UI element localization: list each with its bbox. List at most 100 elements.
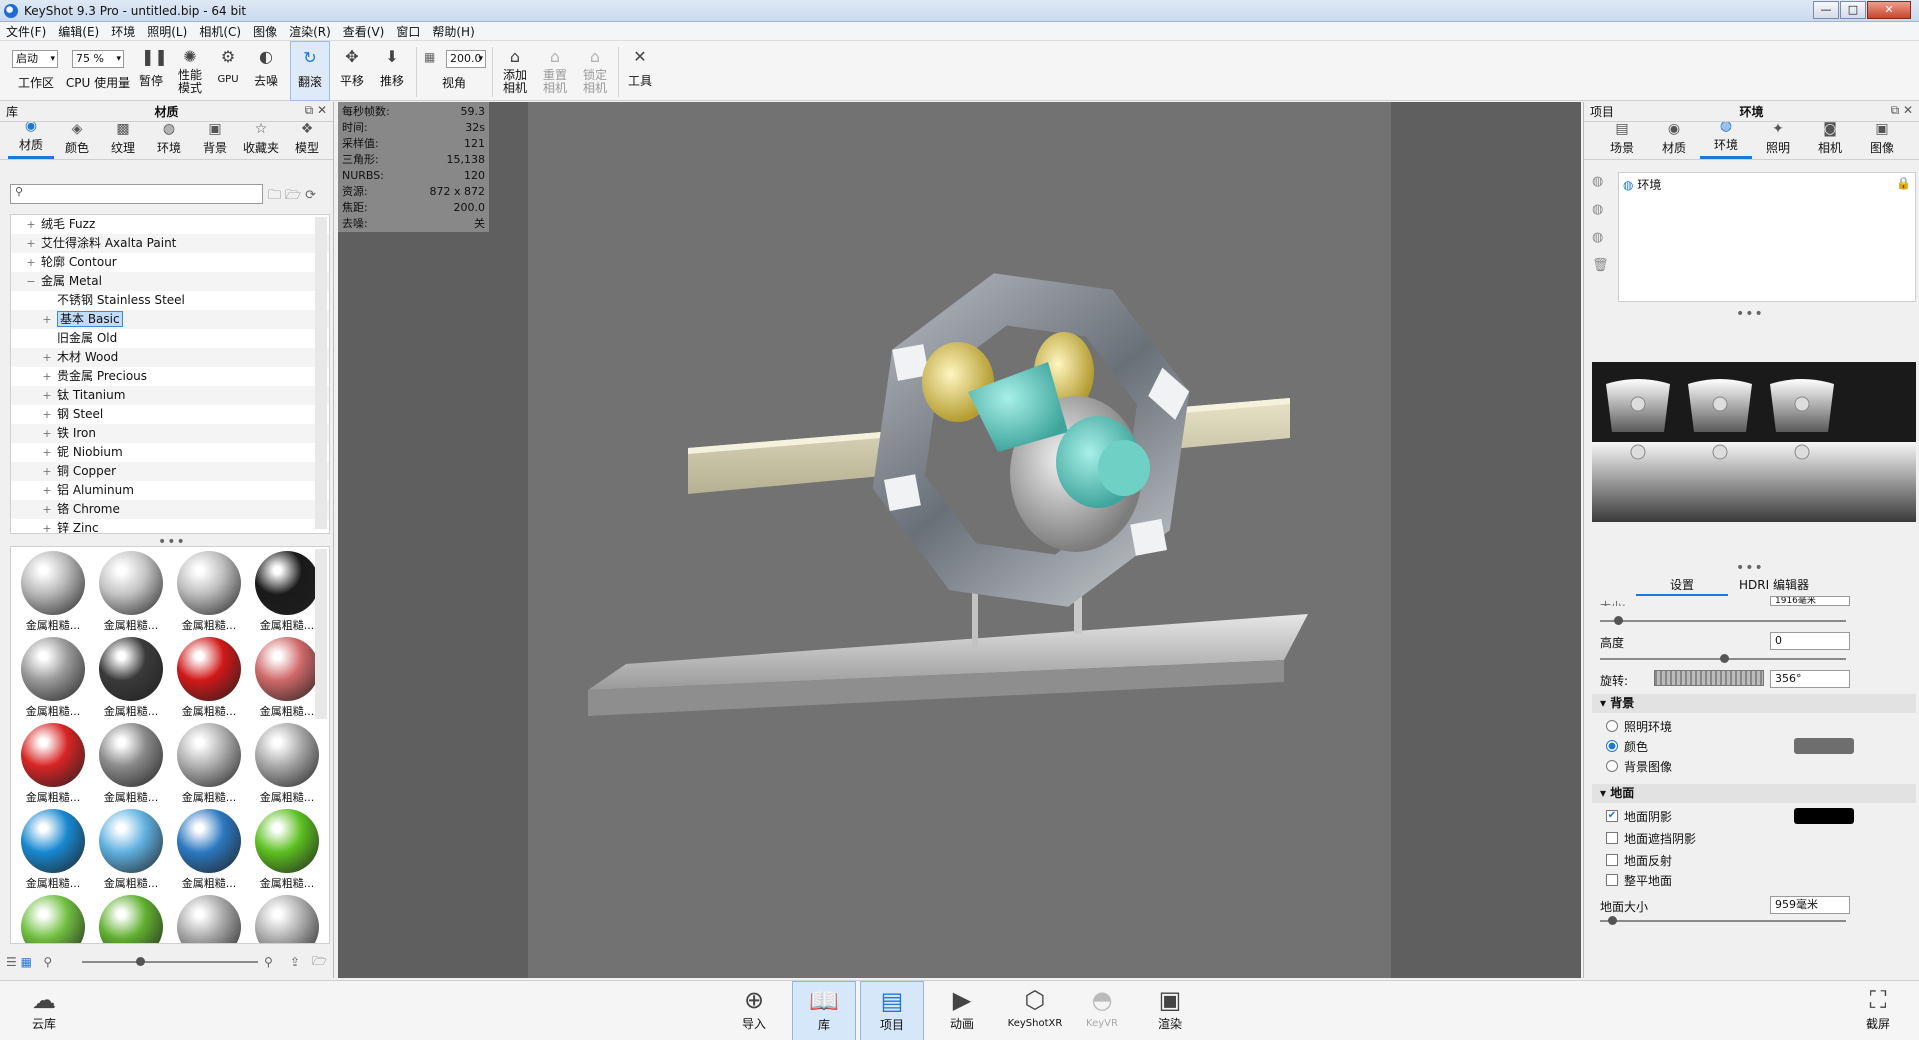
- pause-button[interactable]: ❚❚ 暂停: [134, 41, 168, 101]
- panel-float-close-icon[interactable]: ⧉ ✕: [305, 103, 327, 118]
- cloud-upload-icon[interactable]: ⇪: [290, 955, 300, 969]
- tab-materials[interactable]: ◉ 材质: [8, 118, 54, 159]
- tree-item[interactable]: 旧金属 Old: [11, 329, 329, 348]
- screenshot-button[interactable]: ⛶ 截屏: [1846, 981, 1910, 1040]
- tab-backplates[interactable]: ▣ 背景: [192, 121, 238, 159]
- material-thumbnail[interactable]: [15, 893, 91, 943]
- tree-item[interactable]: + 轮廓 Contour: [11, 253, 329, 272]
- close-button[interactable]: ✕: [1867, 1, 1911, 19]
- menu-help[interactable]: 帮助(H): [426, 23, 480, 40]
- expand-toggle-icon[interactable]: +: [41, 405, 53, 424]
- tree-item[interactable]: + 贵金属 Precious: [11, 367, 329, 386]
- expand-toggle-icon[interactable]: +: [41, 443, 53, 462]
- menu-image[interactable]: 图像: [247, 23, 283, 40]
- bg-color-swatch[interactable]: [1794, 738, 1854, 754]
- material-thumbnail[interactable]: 金属粗糙...: [93, 721, 169, 805]
- tab-colors[interactable]: ◈ 颜色: [54, 121, 100, 159]
- bg-lighting-radio[interactable]: [1606, 720, 1618, 732]
- tree-item[interactable]: + 铁 Iron: [11, 424, 329, 443]
- render-button[interactable]: ▣ 渲染: [1138, 981, 1202, 1040]
- ground-size-slider[interactable]: [1600, 920, 1846, 922]
- material-thumbnail[interactable]: 金属粗糙...: [249, 549, 325, 633]
- thumbnail-size-slider[interactable]: [82, 961, 258, 963]
- menu-camera[interactable]: 相机(C): [193, 23, 247, 40]
- menu-lighting[interactable]: 照明(L): [141, 23, 193, 40]
- expand-toggle-icon[interactable]: +: [25, 234, 37, 253]
- tree-item[interactable]: − 金属 Metal: [11, 272, 329, 291]
- tab-models[interactable]: ❖ 模型: [284, 121, 330, 159]
- tree-item[interactable]: + 锌 Zinc: [11, 519, 329, 533]
- material-thumbnail[interactable]: 金属粗糙...: [15, 807, 91, 891]
- material-thumbnail[interactable]: 金属粗糙...: [93, 549, 169, 633]
- material-thumbnail[interactable]: 金属粗糙...: [171, 721, 247, 805]
- add-camera-button[interactable]: ⌂ 添加 相机: [496, 41, 534, 101]
- delete-icon[interactable]: 🗑: [1592, 258, 1610, 286]
- tab-hdri-editor[interactable]: HDRI 编辑器: [1728, 576, 1820, 596]
- import-button[interactable]: ⊕ 导入: [722, 981, 786, 1040]
- expand-toggle-icon[interactable]: +: [41, 424, 53, 443]
- expand-toggle-icon[interactable]: +: [41, 367, 53, 386]
- material-thumbnail[interactable]: 金属粗糙...: [15, 549, 91, 633]
- material-thumbnail[interactable]: 金属粗糙...: [249, 807, 325, 891]
- material-thumbnail[interactable]: [249, 893, 325, 943]
- tab-settings[interactable]: 设置: [1636, 576, 1728, 596]
- material-thumbnail[interactable]: 金属粗糙...: [15, 721, 91, 805]
- size-slider-handle[interactable]: [1614, 616, 1623, 625]
- refresh-icon[interactable]: ⟳: [305, 188, 320, 203]
- menu-environment[interactable]: 环境: [105, 23, 141, 40]
- tree-item[interactable]: + 铜 Copper: [11, 462, 329, 481]
- material-thumbnail[interactable]: 金属粗糙...: [171, 635, 247, 719]
- tree-item[interactable]: + 钛 Titanium: [11, 386, 329, 405]
- expand-toggle-icon[interactable]: +: [41, 386, 53, 405]
- ground-shadows-checkbox[interactable]: ✔: [1606, 810, 1618, 822]
- expand-toggle-icon[interactable]: +: [25, 215, 37, 234]
- tree-item[interactable]: + 基本 Basic: [11, 310, 329, 329]
- hdri-preview[interactable]: [1592, 362, 1916, 522]
- duplicate-environment-icon[interactable]: ◍: [1592, 202, 1610, 230]
- tab-image[interactable]: ▣ 图像: [1856, 121, 1908, 159]
- project-button[interactable]: ▤ 项目: [860, 981, 924, 1040]
- material-thumbnail[interactable]: 金属粗糙...: [93, 807, 169, 891]
- material-thumbnail[interactable]: 金属粗糙...: [249, 635, 325, 719]
- ground-section-header[interactable]: ▾ 地面: [1592, 784, 1916, 803]
- expand-toggle-icon[interactable]: +: [41, 500, 53, 519]
- ground-occlusion-checkbox[interactable]: [1606, 832, 1618, 844]
- tree-item[interactable]: + 绒毛 Fuzz: [11, 215, 329, 234]
- gpu-button[interactable]: ⚙ GPU: [212, 41, 244, 101]
- splitter-handle-icon[interactable]: •••: [1736, 560, 1764, 576]
- material-thumbnail[interactable]: [93, 893, 169, 943]
- tab-material[interactable]: ◉ 材质: [1648, 121, 1700, 159]
- size-slider[interactable]: [1600, 620, 1846, 622]
- expand-toggle-icon[interactable]: +: [25, 253, 37, 272]
- reset-camera-button[interactable]: ⌂ 重置 相机: [536, 41, 574, 101]
- folder-open-icon[interactable]: 🗁: [285, 188, 305, 203]
- tree-item[interactable]: + 钢 Steel: [11, 405, 329, 424]
- add-environment-icon[interactable]: ◍: [1592, 174, 1610, 202]
- maximize-button[interactable]: □: [1840, 1, 1866, 19]
- animation-button[interactable]: ▶ 动画: [930, 981, 994, 1040]
- expand-toggle-icon[interactable]: +: [41, 519, 53, 533]
- pan-button[interactable]: ✥ 平移: [334, 41, 370, 101]
- bg-image-radio[interactable]: [1606, 760, 1618, 772]
- flatten-ground-checkbox[interactable]: [1606, 874, 1618, 886]
- rotation-input[interactable]: 356°: [1770, 670, 1850, 688]
- rotation-dial[interactable]: [1654, 670, 1764, 686]
- menu-window[interactable]: 窗口: [390, 23, 426, 40]
- ground-reflections-checkbox[interactable]: [1606, 854, 1618, 866]
- tab-favorites[interactable]: ☆ 收藏夹: [238, 121, 284, 159]
- tab-textures[interactable]: ▩ 纹理: [100, 121, 146, 159]
- material-thumbnail[interactable]: [171, 893, 247, 943]
- background-section-header[interactable]: ▾ 背景: [1592, 694, 1916, 713]
- folder-icon[interactable]: 🗁: [312, 952, 327, 973]
- shadow-color-swatch[interactable]: [1794, 808, 1854, 824]
- material-thumbnail[interactable]: 金属粗糙...: [171, 549, 247, 633]
- tab-camera[interactable]: ◙ 相机: [1804, 121, 1856, 159]
- library-button[interactable]: 📖 库: [792, 981, 856, 1040]
- expand-toggle-icon[interactable]: −: [25, 272, 37, 291]
- bg-color-radio[interactable]: [1606, 740, 1618, 752]
- list-view-icon[interactable]: ☰: [6, 955, 17, 969]
- splitter-handle-icon[interactable]: •••: [1736, 306, 1764, 322]
- tree-item[interactable]: + 铌 Niobium: [11, 443, 329, 462]
- tab-lighting[interactable]: ✦ 照明: [1752, 121, 1804, 159]
- size-input[interactable]: 1916毫米: [1770, 596, 1850, 606]
